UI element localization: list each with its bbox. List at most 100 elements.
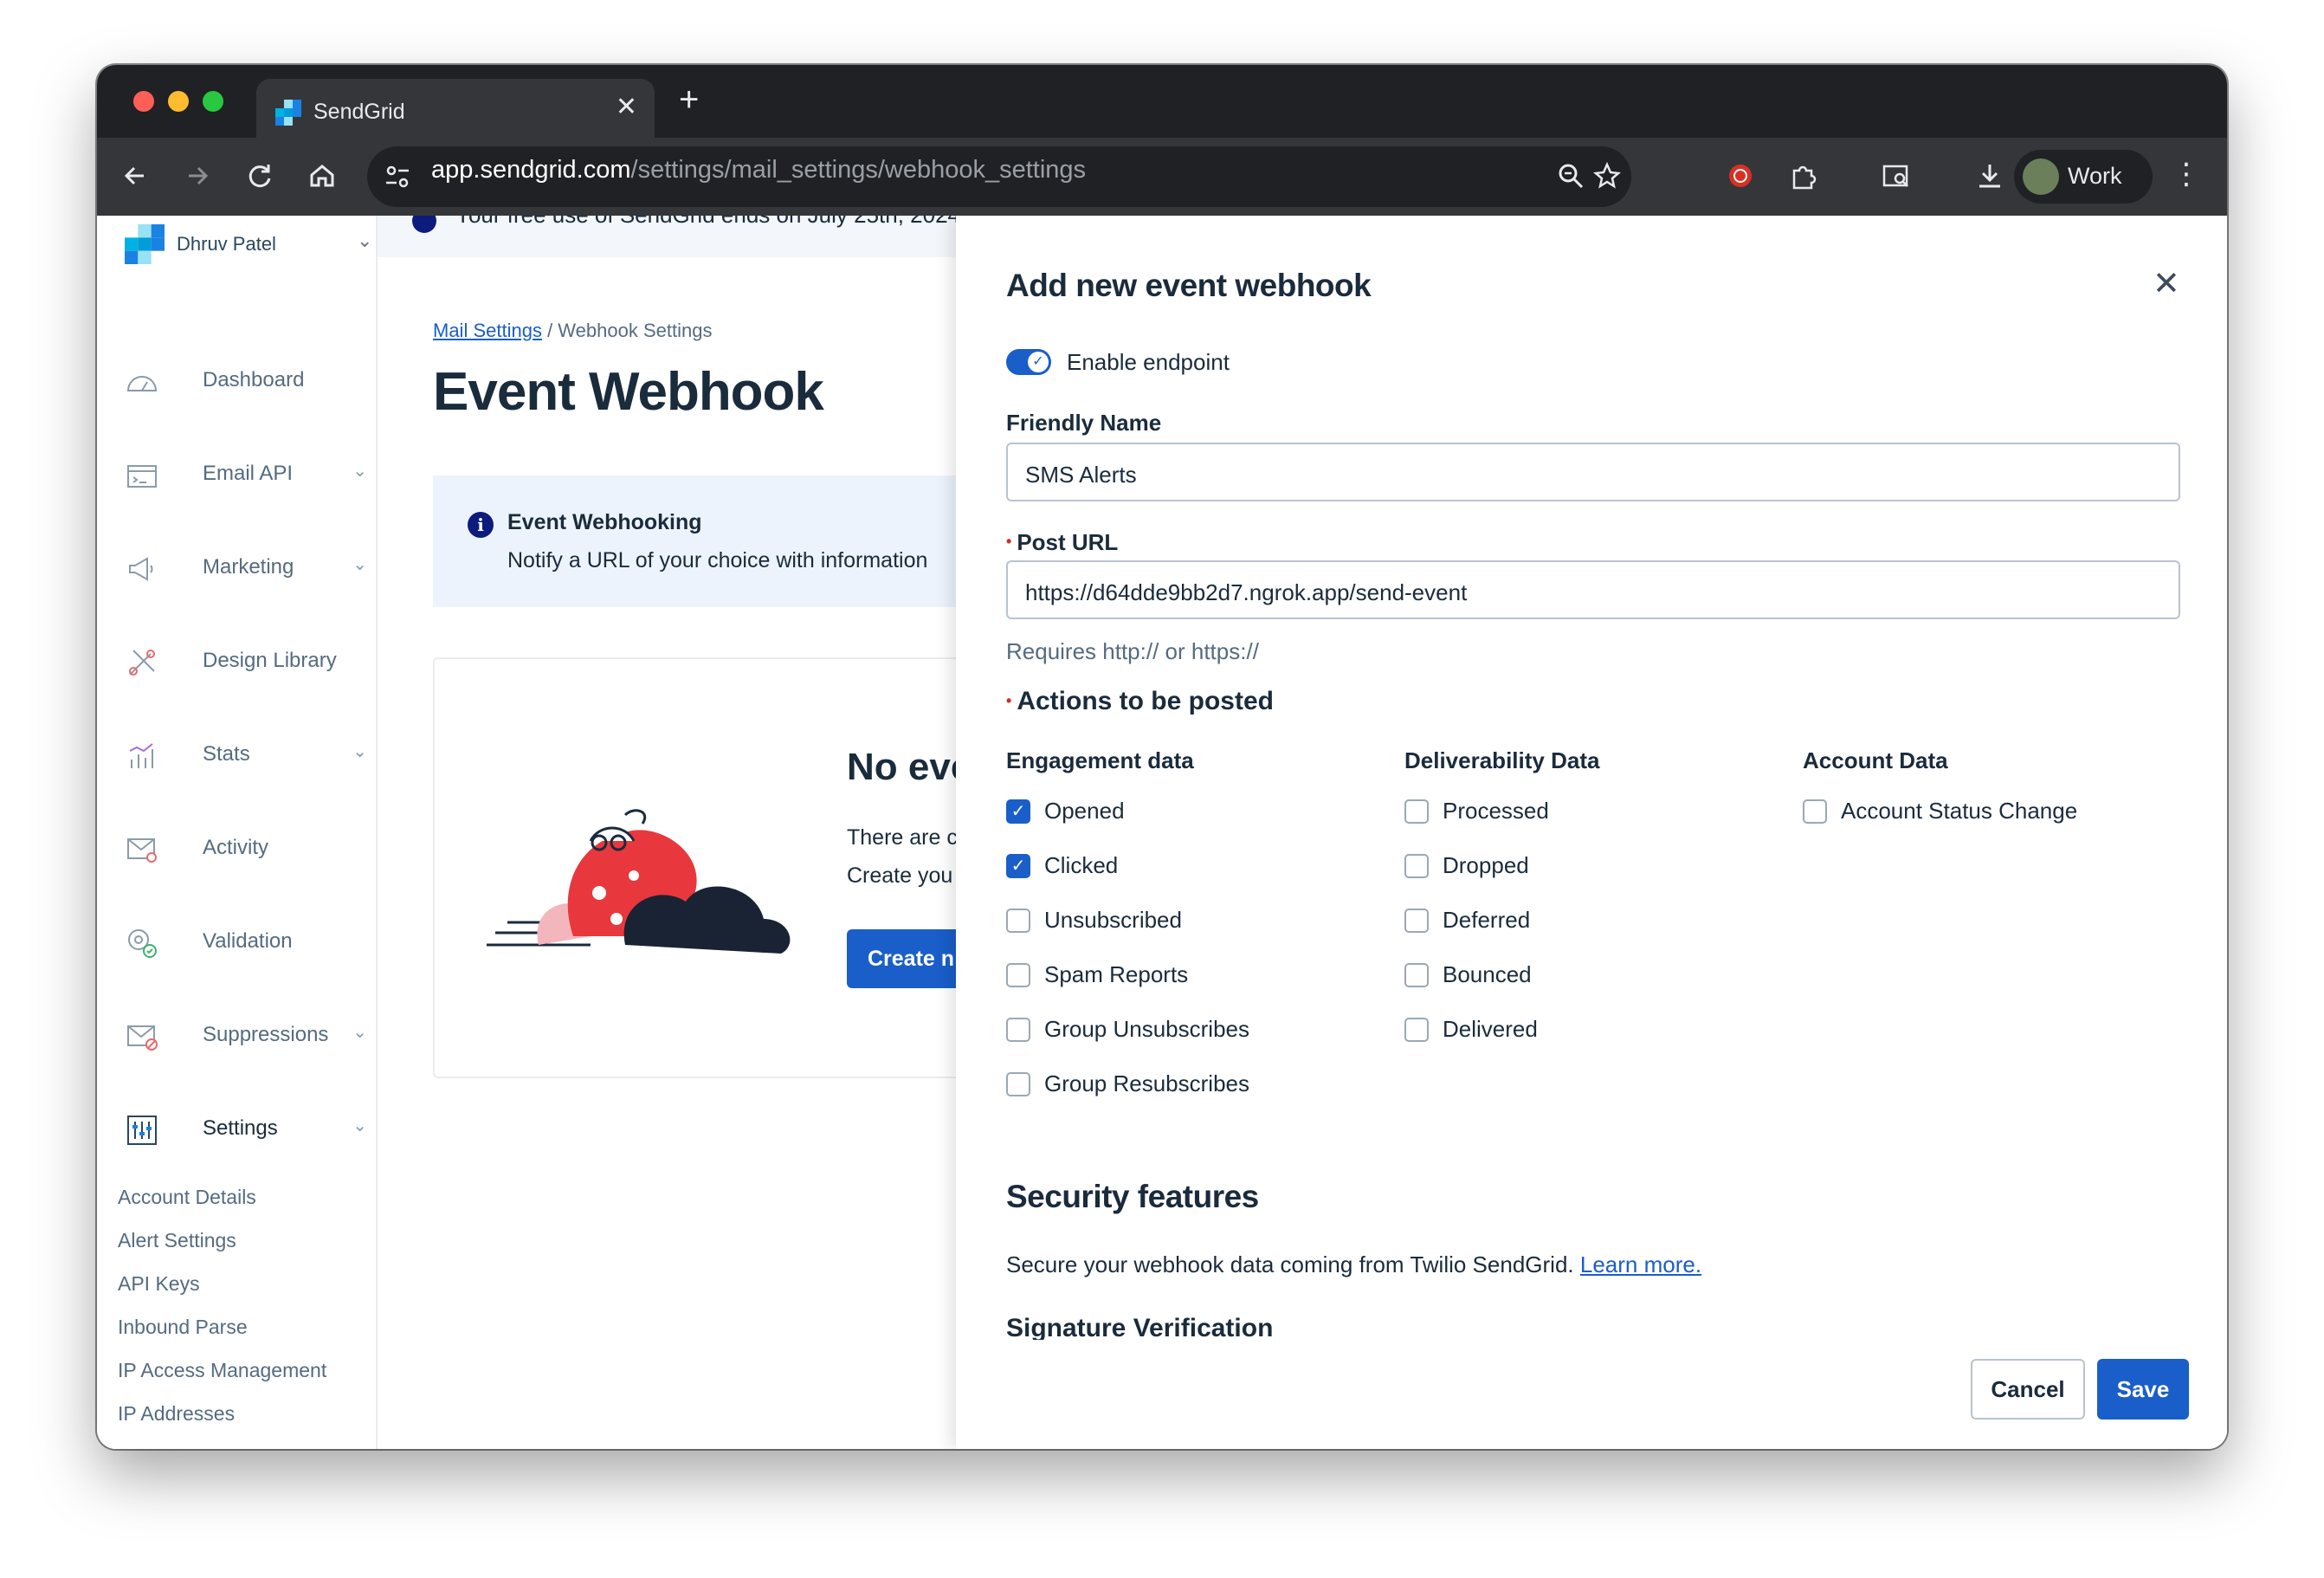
profile-label: Work <box>2068 163 2122 189</box>
sidebar-item-settings[interactable]: Settings ⌄ <box>125 1108 367 1151</box>
sidebar: Dhruv Patel ⌄ Dashboard Email API ⌄ Mark… <box>97 216 378 1449</box>
info-icon <box>412 216 436 233</box>
extensions-puzzle-icon[interactable] <box>1785 158 1820 193</box>
close-window-button[interactable] <box>133 91 154 112</box>
maximize-window-button[interactable] <box>203 91 223 112</box>
avatar <box>2023 158 2059 195</box>
zoom-icon[interactable] <box>1553 158 1588 193</box>
extension-blocker-icon[interactable] <box>1723 158 1758 193</box>
home-icon[interactable] <box>305 158 339 193</box>
forward-icon[interactable] <box>180 158 215 193</box>
activity-icon <box>127 838 157 863</box>
sidebar-item-activity[interactable]: Activity <box>125 827 367 870</box>
sidebar-item-validation[interactable]: Validation <box>125 921 367 964</box>
tab-close-icon[interactable]: ✕ <box>616 94 637 120</box>
friendly-name-label: Friendly Name <box>1006 410 1162 436</box>
minimize-window-button[interactable] <box>168 91 189 112</box>
friendly-name-input[interactable]: SMS Alerts <box>1006 443 2180 501</box>
sidebar-item-design-library[interactable]: Design Library <box>125 640 367 683</box>
back-icon[interactable] <box>118 158 152 193</box>
security-features-heading: Security features <box>1006 1179 1259 1214</box>
signature-verification-heading: Signature Verification <box>1006 1314 1274 1340</box>
profile-button[interactable]: Work <box>2014 150 2153 204</box>
chevron-down-icon: ⌄ <box>352 462 367 481</box>
save-button[interactable]: Save <box>2097 1359 2189 1420</box>
close-icon[interactable]: ✕ <box>2153 268 2180 301</box>
sidebar-subitem-alert-settings[interactable]: Alert Settings <box>118 1229 236 1252</box>
add-webhook-drawer: Add new event webhook ✕ ✓ Enable endpoin… <box>956 216 2227 1449</box>
empty-state-title: No eve <box>847 746 972 788</box>
post-url-help: Requires http:// or https:// <box>1006 638 1259 664</box>
settings-icon <box>127 1116 157 1145</box>
enable-endpoint-label: Enable endpoint <box>1067 349 1230 375</box>
sidebar-subitem-account-details[interactable]: Account Details <box>118 1186 256 1209</box>
sendgrid-logo-icon <box>125 224 165 264</box>
enable-endpoint-toggle[interactable]: ✓ <box>1006 349 1051 375</box>
page-title: Event Webhook <box>433 362 824 422</box>
stats-icon <box>129 743 153 768</box>
tab-search-icon[interactable] <box>1879 158 1914 193</box>
dashboard-icon <box>126 376 158 391</box>
empty-state-body: There are c <box>847 825 958 850</box>
sidebar-item-stats[interactable]: Stats ⌄ <box>125 734 367 777</box>
browser-menu-icon[interactable]: ⋮ <box>2172 157 2201 191</box>
breadcrumb: Mail Settings / Webhook Settings <box>433 320 712 342</box>
security-features-body: Secure your webhook data coming from Twi… <box>1006 1251 1702 1277</box>
browser-tab[interactable]: SendGrid ✕ <box>256 79 655 138</box>
breadcrumb-current: / Webhook Settings <box>541 320 713 341</box>
sidebar-subitem-ip-addresses[interactable]: IP Addresses <box>118 1402 235 1426</box>
info-callout-body: Notify a URL of your choice with informa… <box>507 548 928 572</box>
post-url-label: • Post URL <box>1006 529 1119 555</box>
sidebar-item-marketing[interactable]: Marketing ⌄ <box>125 546 367 590</box>
info-callout-title: Event Webhooking <box>507 510 702 534</box>
post-url-input[interactable]: https://d64dde9bb2d7.ngrok.app/send-even… <box>1006 560 2180 619</box>
engagement-data-heading: Engagement data <box>1006 747 1194 773</box>
learn-more-link[interactable]: Learn more. <box>1580 1251 1701 1277</box>
tab-strip: SendGrid ✕ + <box>97 65 2227 138</box>
account-data-heading: Account Data <box>1803 747 1948 773</box>
browser-toolbar: Work ⋮ <box>97 138 2227 216</box>
chevron-down-icon: ⌄ <box>352 555 367 574</box>
sidebar-subitem-ip-access-management[interactable]: IP Access Management <box>118 1359 326 1382</box>
sidebar-subitem-api-keys[interactable]: API Keys <box>118 1272 200 1296</box>
sidebar-subitem-inbound-parse[interactable]: Inbound Parse <box>118 1316 248 1339</box>
sidebar-item-email-api[interactable]: Email API ⌄ <box>125 453 367 496</box>
info-icon: i <box>468 512 494 538</box>
reload-icon[interactable] <box>242 158 277 193</box>
design-library-icon <box>129 650 155 676</box>
deliverability-data-heading: Deliverability Data <box>1404 747 1600 773</box>
downloads-icon[interactable] <box>1972 158 2007 193</box>
sendgrid-favicon-icon <box>275 100 301 126</box>
chevron-down-icon: ⌄ <box>357 230 373 251</box>
empty-state-illustration <box>487 809 791 954</box>
chevron-down-icon: ⌄ <box>352 1023 367 1042</box>
check-icon: ✓ <box>1006 854 1030 878</box>
url-text[interactable]: app.sendgrid.com/settings/mail_settings/… <box>431 156 1086 184</box>
check-icon: ✓ <box>1006 799 1030 824</box>
trial-banner-text: Your free use of SendGrid ends on July 2… <box>455 216 966 229</box>
browser-window: SendGrid ✕ + Work ⋮ app.sendgrid.com/set… <box>97 65 2227 1449</box>
megaphone-icon <box>129 557 153 581</box>
email-api-icon <box>127 465 157 488</box>
chevron-down-icon: ⌄ <box>352 1116 367 1135</box>
drawer-footer: Cancel Save <box>956 1342 2227 1449</box>
sidebar-item-suppressions[interactable]: Suppressions ⌄ <box>125 1014 367 1057</box>
empty-state-body-2: Create you <box>847 863 953 888</box>
sidebar-item-dashboard[interactable]: Dashboard <box>125 359 367 403</box>
tab-title: SendGrid <box>313 100 405 124</box>
page: Dhruv Patel ⌄ Dashboard Email API ⌄ Mark… <box>97 216 2227 1449</box>
actions-heading: • Actions to be posted <box>1006 687 1274 715</box>
required-marker: • <box>1006 533 1012 550</box>
drawer-title: Add new event webhook <box>1006 268 1372 303</box>
validation-icon <box>128 929 157 958</box>
account-name: Dhruv Patel <box>177 233 276 255</box>
bookmark-star-icon[interactable] <box>1590 158 1624 193</box>
breadcrumb-link-mail-settings[interactable]: Mail Settings <box>433 320 542 341</box>
required-marker: • <box>1006 692 1012 709</box>
chevron-down-icon: ⌄ <box>352 742 367 761</box>
suppressions-icon <box>127 1025 158 1051</box>
check-icon: ✓ <box>1028 352 1049 372</box>
site-settings-icon[interactable] <box>381 160 414 193</box>
cancel-button[interactable]: Cancel <box>1971 1359 2085 1420</box>
new-tab-icon[interactable]: + <box>679 82 699 117</box>
